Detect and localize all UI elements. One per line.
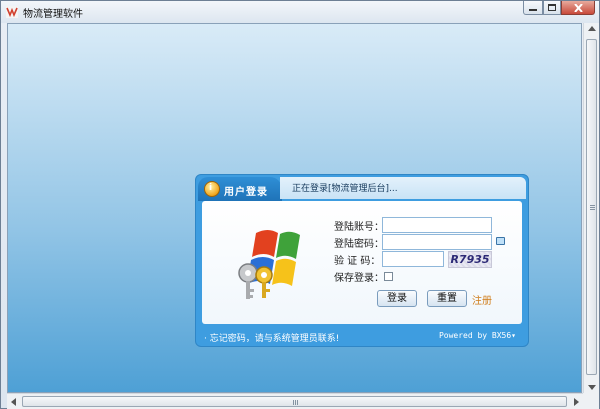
status-bar: 正在登录[物流管理后台]... bbox=[280, 177, 526, 199]
client-area: i 用户登录 正在登录[物流管理后台]... 登陆账号： 登陆密码： 验 证 码… bbox=[7, 23, 582, 393]
powered-by-text: Powered by BX56▾ bbox=[438, 331, 516, 340]
maximize-icon bbox=[548, 4, 556, 11]
windows-keys-logo-icon bbox=[238, 230, 300, 299]
login-footer: · 忘记密码，请与系统管理员联系! Powered by BX56▾ bbox=[202, 325, 522, 345]
register-link[interactable]: 注册 bbox=[472, 292, 492, 307]
password-input[interactable] bbox=[382, 234, 492, 250]
password-row: 登陆密码： bbox=[334, 234, 505, 250]
user-info-icon: i bbox=[204, 181, 220, 197]
horizontal-scroll-thumb[interactable] bbox=[22, 396, 567, 407]
username-label: 登陆账号： bbox=[334, 221, 384, 233]
app-icon bbox=[6, 6, 18, 18]
remember-checkbox[interactable] bbox=[384, 271, 393, 281]
horizontal-scrollbar[interactable] bbox=[7, 393, 583, 409]
login-status-text: 正在登录[物流管理后台]... bbox=[292, 184, 398, 194]
username-input[interactable] bbox=[382, 217, 492, 233]
vertical-scrollbar[interactable] bbox=[583, 23, 599, 393]
remember-row: 保存登录： bbox=[334, 268, 393, 284]
forgot-password-hint: · 忘记密码，请与系统管理员联系! bbox=[204, 334, 340, 344]
scroll-up-icon[interactable] bbox=[588, 26, 596, 31]
username-row: 登陆账号： bbox=[334, 217, 492, 233]
grip-icon bbox=[590, 205, 595, 206]
close-button[interactable] bbox=[561, 1, 595, 15]
password-label: 登陆密码： bbox=[334, 238, 384, 250]
captcha-image[interactable]: R7935 bbox=[448, 250, 492, 268]
scrollbar-corner bbox=[583, 393, 599, 409]
reset-button[interactable]: 重置 bbox=[427, 290, 467, 307]
app-window: 物流管理软件 i 用户登录 正在登录[物流管理后台]... 登陆账号： 登陆密码… bbox=[0, 0, 600, 409]
minimize-button[interactable] bbox=[523, 1, 543, 15]
maximize-button[interactable] bbox=[543, 1, 561, 15]
title-bar[interactable]: 物流管理软件 bbox=[1, 1, 599, 23]
login-tab: i 用户登录 bbox=[198, 177, 282, 201]
captcha-input[interactable] bbox=[382, 251, 444, 267]
remember-label: 保存登录： bbox=[334, 272, 384, 284]
captcha-row: 验 证 码： R7935 bbox=[334, 250, 492, 268]
vertical-scroll-thumb[interactable] bbox=[586, 39, 597, 375]
soft-keyboard-icon[interactable] bbox=[496, 237, 505, 245]
close-icon bbox=[573, 3, 583, 12]
login-form: 登陆账号： 登陆密码： 验 证 码： R7935 保存登录： 登录 重置 注册 bbox=[202, 201, 522, 324]
grip-icon bbox=[293, 400, 294, 405]
login-header: i 用户登录 正在登录[物流管理后台]... bbox=[196, 175, 528, 201]
window-title: 物流管理软件 bbox=[23, 9, 83, 20]
scroll-down-icon[interactable] bbox=[588, 385, 596, 390]
scroll-left-icon[interactable] bbox=[11, 398, 16, 406]
login-tab-label: 用户登录 bbox=[224, 187, 268, 198]
minimize-icon bbox=[529, 8, 537, 11]
login-button[interactable]: 登录 bbox=[377, 290, 417, 307]
login-panel: i 用户登录 正在登录[物流管理后台]... 登陆账号： 登陆密码： 验 证 码… bbox=[195, 174, 529, 347]
captcha-label: 验 证 码： bbox=[334, 255, 381, 267]
scroll-right-icon[interactable] bbox=[574, 398, 579, 406]
